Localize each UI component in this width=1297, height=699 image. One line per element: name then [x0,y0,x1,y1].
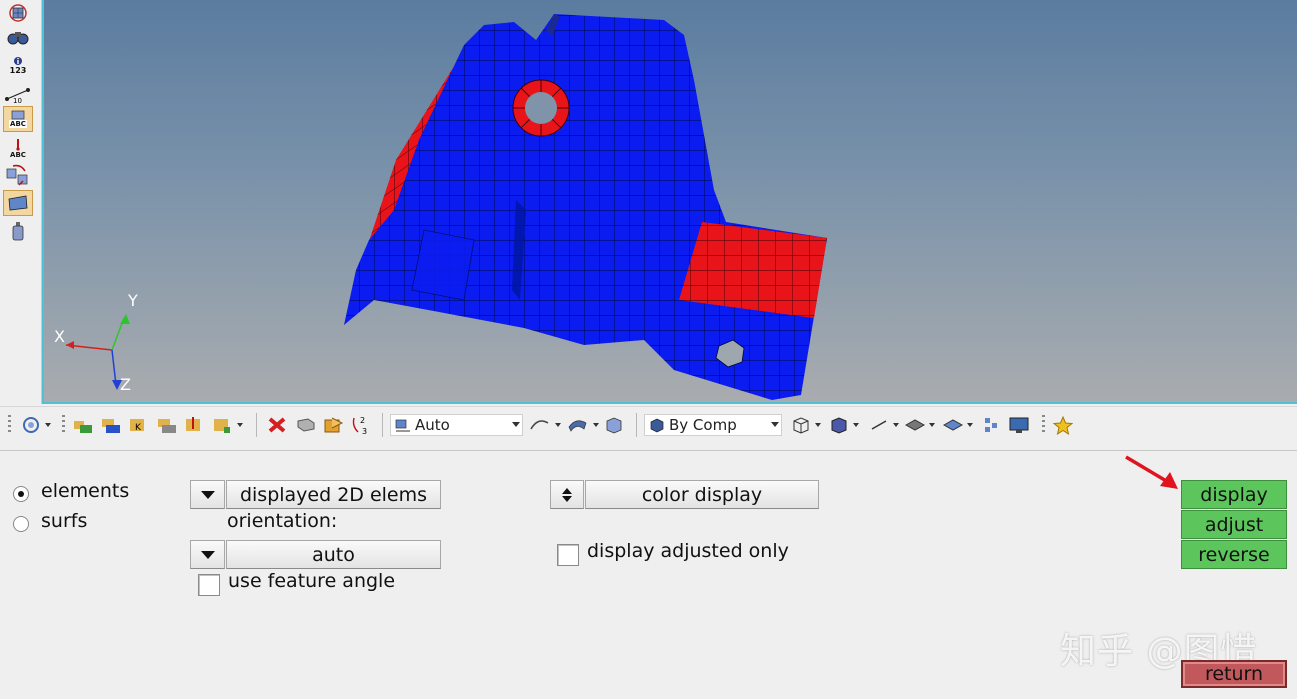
graphics-viewport[interactable]: X Y Z [42,0,1297,404]
monitor-icon[interactable] [1008,414,1030,436]
shaded-elements-icon[interactable] [828,414,859,436]
show-only-icon[interactable] [294,414,318,436]
top-hole [525,92,557,124]
mesh-view-icon[interactable] [3,0,33,26]
mesh-model[interactable]: X Y Z [44,0,1297,404]
label-abc-icon[interactable]: ABC [3,106,33,132]
delete-icon[interactable] [266,414,288,436]
orientation-dropdown-toggle[interactable] [190,540,225,569]
svg-text:10: 10 [13,97,22,104]
orientation-selector-button[interactable]: auto [226,540,441,569]
display-adjusted-only-checkbox[interactable] [557,544,579,566]
wireframe-elements-icon[interactable] [790,414,821,436]
mass-weight-icon[interactable] [3,218,33,244]
renumber-icon[interactable]: 23 [350,414,374,436]
color-display-toggle[interactable] [550,480,584,509]
adjust-button[interactable]: adjust [1181,510,1287,539]
triad-z-label: Z [120,375,131,394]
surfs-radio-label: surfs [41,510,88,532]
display-mode-combo[interactable]: Auto [390,414,523,436]
part-display-icon[interactable] [156,414,178,436]
measure-icon[interactable]: 10 [3,80,33,106]
color-mode-combo[interactable]: By Comp [644,414,782,436]
toolbar-grip[interactable] [1042,415,1045,435]
surfs-radio[interactable] [13,516,29,532]
triad-y-label: Y [127,291,138,310]
component-table-icon[interactable] [100,414,122,436]
triad-x-label: X [54,327,65,346]
elements-radio[interactable] [13,486,29,502]
reverse-display-icon[interactable] [322,414,346,436]
reorient-icon[interactable] [3,162,33,188]
load-collector-icon[interactable] [184,414,206,436]
rotate-view-icon[interactable] [20,414,51,436]
element-2d-icon[interactable] [904,414,935,436]
main-toolbar: K 23 Auto By Comp [0,406,1297,442]
find-binoculars-icon[interactable] [3,24,33,50]
shaded-geometry-icon[interactable] [566,414,599,436]
assembly-icon[interactable]: K [128,414,150,436]
surface-display-icon[interactable] [3,190,33,216]
component-display-icon[interactable] [72,414,94,436]
use-feature-angle-checkbox[interactable] [198,574,220,596]
numbers-icon[interactable]: 123 [3,52,33,78]
svg-text:3: 3 [362,427,367,436]
toolbar-grip[interactable] [62,415,65,435]
toolbar-grip[interactable] [8,415,11,435]
element-3d-icon[interactable] [942,414,973,436]
orientation-label: orientation: [227,510,338,532]
svg-text:2: 2 [360,416,365,425]
solid-display-icon[interactable] [603,414,625,436]
wireframe-geometry-icon[interactable] [528,414,561,436]
element-normal-abc-icon[interactable]: ABC [3,136,33,162]
selector-dropdown-toggle[interactable] [190,480,225,509]
display-adjusted-only-label: display adjusted only [587,540,789,562]
reverse-button[interactable]: reverse [1181,540,1287,569]
use-feature-angle-label: use feature angle [228,570,396,592]
annotation-arrow [1125,455,1178,489]
axis-triad: X Y Z [54,291,138,394]
system-collector-icon[interactable] [212,414,243,436]
favorites-star-icon[interactable] [1052,414,1074,436]
up-down-arrows-icon [562,487,572,502]
color-display-button[interactable]: color display [585,480,819,509]
blue-body [344,14,827,400]
mesh-quality-icon[interactable] [982,414,1002,436]
element-selector-button[interactable]: displayed 2D elems [226,480,441,509]
element-line-icon[interactable] [868,414,899,436]
elements-radio-label: elements [41,480,130,502]
left-toolbar: 123 10 ABC ABC [0,0,42,404]
display-button[interactable]: display [1181,480,1287,509]
return-button[interactable]: return [1181,660,1287,688]
